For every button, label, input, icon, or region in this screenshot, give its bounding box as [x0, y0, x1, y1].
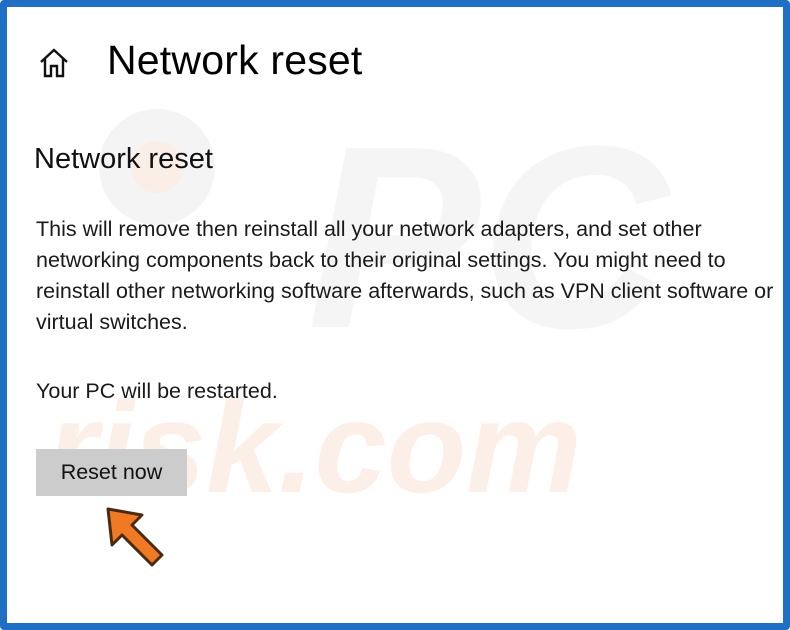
reset-description: This will remove then reinstall all your… [36, 217, 774, 334]
pointer-arrow-icon [106, 507, 164, 567]
restart-note: Your PC will be restarted. [36, 379, 278, 403]
page-header: Network reset [37, 37, 363, 84]
page-title: Network reset [107, 37, 363, 83]
settings-window: PC risk.com Network reset Network reset … [0, 0, 790, 630]
reset-now-button[interactable]: Reset now [36, 449, 187, 496]
home-icon[interactable] [37, 46, 71, 80]
section-title: Network reset [34, 143, 213, 175]
